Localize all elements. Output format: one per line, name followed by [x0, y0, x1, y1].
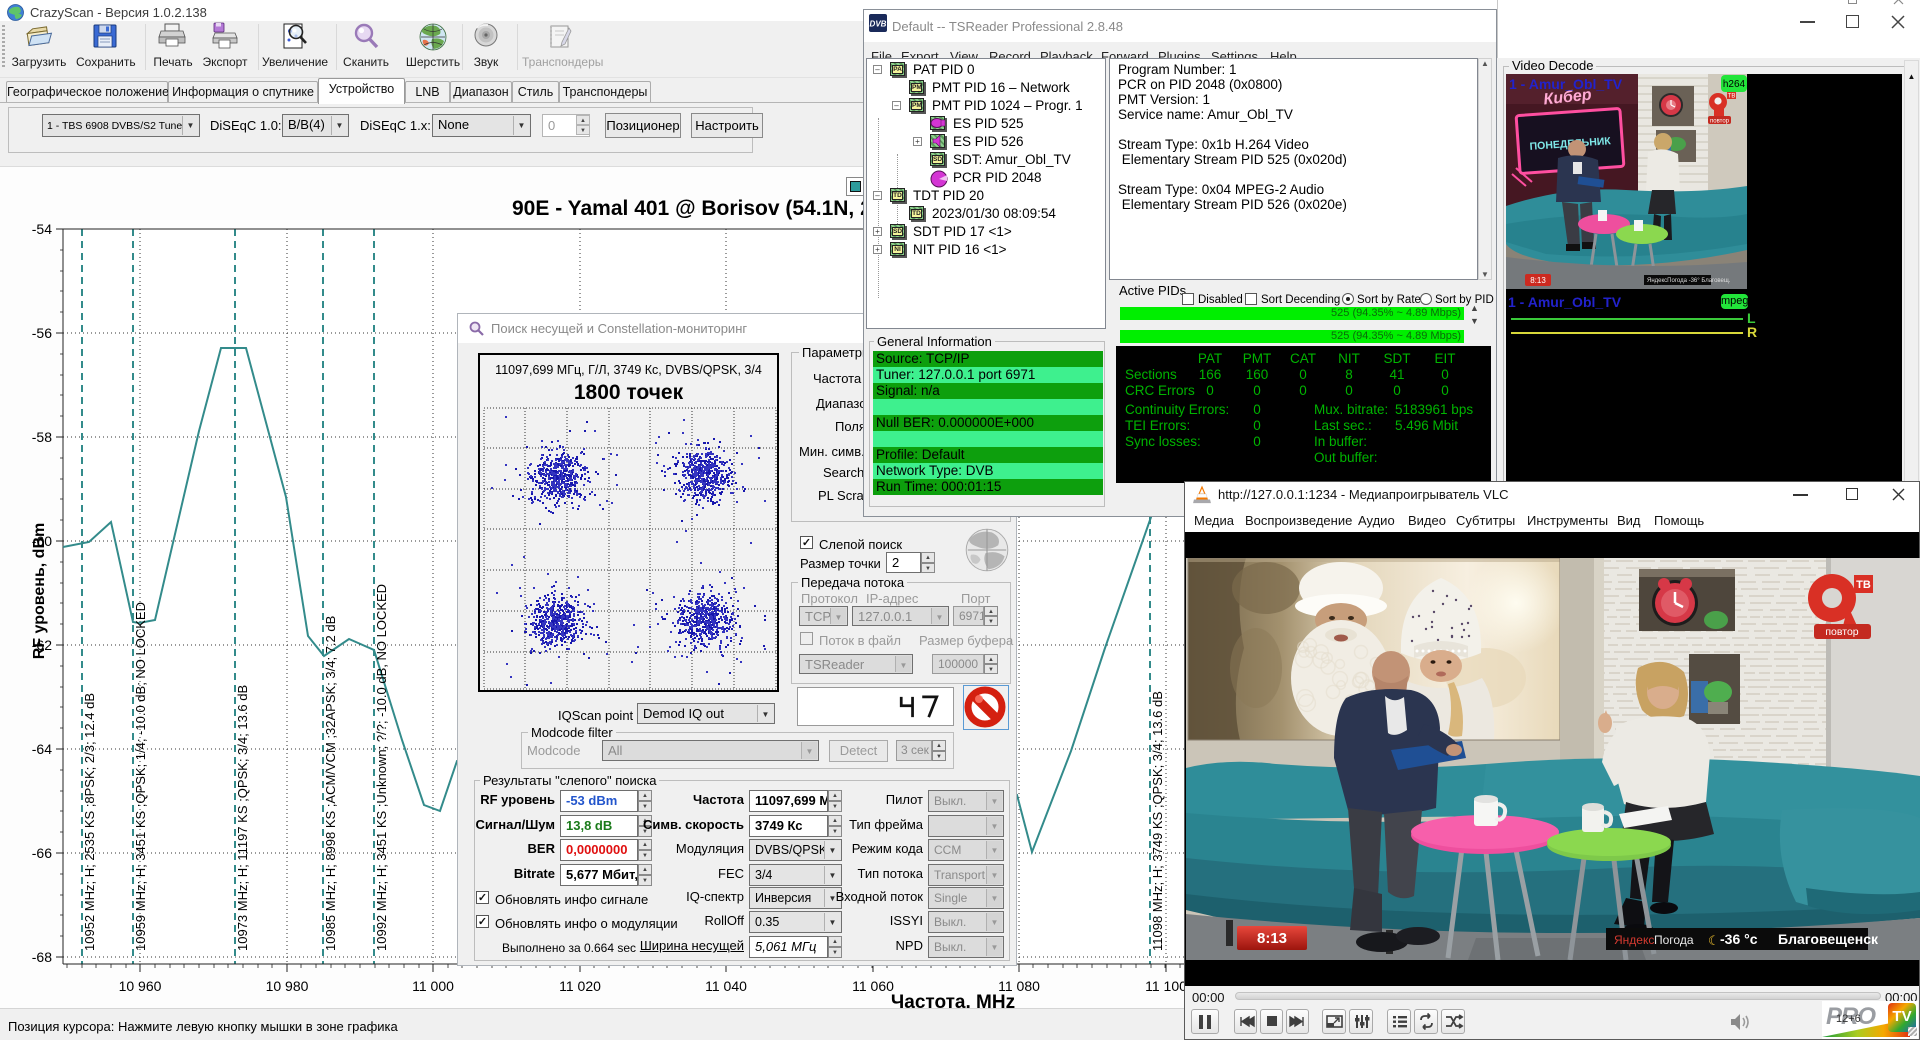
svg-text:10 960: 10 960	[119, 978, 162, 994]
svg-text:10985 MHz; H; 8998 KS ;ACM/VCM: 10985 MHz; H; 8998 KS ;ACM/VCM ;32APSK; …	[323, 616, 338, 951]
svg-text:1 - Amur_Obl_TV: 1 - Amur_Obl_TV	[1509, 76, 1623, 92]
svg-text:8:13: 8:13	[1257, 930, 1287, 947]
svg-text:ТВ: ТВ	[1728, 94, 1736, 100]
svg-text:11 020: 11 020	[559, 978, 601, 994]
svg-text:Яндекс: Яндекс	[1614, 933, 1654, 947]
svg-text:Погода: Погода	[1654, 933, 1694, 947]
svg-text:-66: -66	[32, 845, 52, 861]
svg-text:10992 MHz; H; 3451 KS ;Unknown: 10992 MHz; H; 3451 KS ;Unknown; ?/?; -10…	[374, 584, 389, 951]
svg-text:ЯндексПогода -36° Благовещ.: ЯндексПогода -36° Благовещ.	[1647, 278, 1731, 284]
svg-text:повтор: повтор	[1825, 626, 1858, 638]
svg-text:11 000: 11 000	[412, 978, 454, 994]
svg-text:11 100: 11 100	[1145, 978, 1187, 994]
svg-text:11098 MHz; H; 3749 KS ;QPSK; 3: 11098 MHz; H; 3749 KS ;QPSK; 3/4; 13.6 d…	[1150, 691, 1165, 951]
svg-text:Частота, MHz: Частота, MHz	[891, 992, 1015, 1009]
svg-text:h264: h264	[1723, 79, 1746, 90]
svg-text:-36 °с: -36 °с	[1720, 931, 1758, 947]
svg-text:☾: ☾	[1708, 933, 1720, 948]
svg-text:DVB: DVB	[870, 20, 887, 29]
svg-text:-58: -58	[32, 429, 52, 445]
svg-text:RF уровень, dBm: RF уровень, dBm	[31, 523, 48, 659]
svg-text:ТВ: ТВ	[1856, 579, 1871, 591]
svg-text:10 980: 10 980	[266, 978, 309, 994]
svg-text:-68: -68	[32, 949, 52, 965]
svg-text:-56: -56	[32, 325, 52, 341]
svg-text:10952 MHz; H; 2535 KS ;8PSK; 2: 10952 MHz; H; 2535 KS ;8PSK; 2/3; 12.4 d…	[82, 693, 97, 951]
svg-text:-54: -54	[32, 221, 52, 237]
svg-text:повтор: повтор	[1710, 119, 1730, 125]
svg-text:10959 MHz; H; 3451 KS ;QPSK; 1: 10959 MHz; H; 3451 KS ;QPSK; 1/4; -10.0 …	[133, 602, 148, 951]
svg-text:8:13: 8:13	[1530, 276, 1546, 285]
svg-text:11 040: 11 040	[705, 978, 747, 994]
svg-text:11 060: 11 060	[852, 978, 894, 994]
svg-text:10973 MHz; H; 11197 KS ;QPSK;: 10973 MHz; H; 11197 KS ;QPSK; 3/4; 13.6 …	[235, 685, 250, 951]
svg-text:Благовещенск: Благовещенск	[1778, 931, 1879, 947]
svg-text:-64: -64	[32, 741, 52, 757]
